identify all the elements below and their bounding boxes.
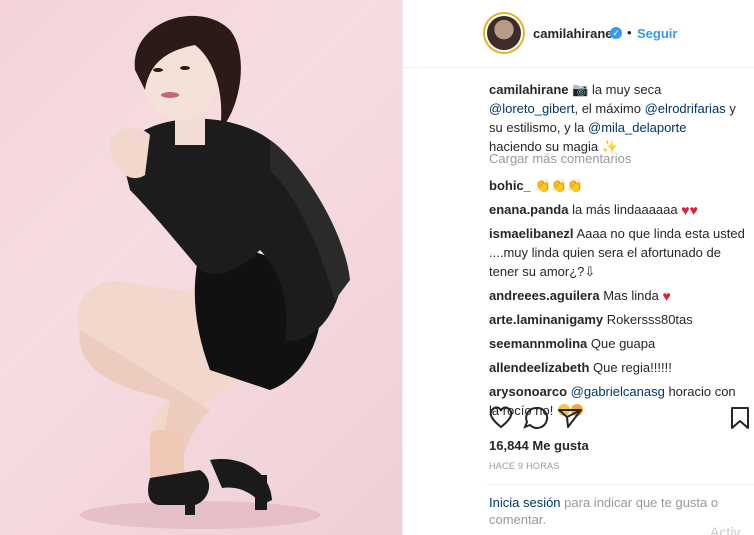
post-photo[interactable]: [0, 0, 402, 535]
caption-text-2: , el máximo: [574, 101, 641, 116]
heart-emoji: ♥♥: [681, 202, 698, 218]
list-item: bohic_ 👏👏👏: [489, 176, 745, 195]
list-item: enana.panda la más lindaaaaaa ♥♥: [489, 200, 745, 219]
username-link[interactable]: camilahirane: [533, 26, 613, 41]
bookmark-icon[interactable]: [731, 407, 749, 429]
caption-mention-1[interactable]: @loreto_gibert: [489, 101, 574, 116]
verified-badge-icon: ✓: [610, 27, 622, 39]
comment-username[interactable]: arte.laminanigamy: [489, 312, 603, 327]
separator-dot: •: [627, 25, 632, 40]
caption-mention-3[interactable]: @mila_delaporte: [588, 120, 686, 135]
login-prompt: Inicia sesión para indicar que te gusta …: [489, 494, 729, 528]
activation-watermark: Activ: [710, 524, 741, 535]
comment-username[interactable]: seemannmolina: [489, 336, 587, 351]
share-icon[interactable]: [558, 409, 582, 428]
caption-username[interactable]: camilahirane: [489, 82, 569, 97]
list-item: andreees.aguilera Mas linda ♥: [489, 286, 745, 305]
comment-list: bohic_ 👏👏👏 enana.panda la más lindaaaaaa…: [489, 176, 745, 425]
comment-username[interactable]: enana.panda: [489, 202, 568, 217]
follow-button[interactable]: Seguir: [637, 26, 677, 41]
caption-text-1: la muy seca: [591, 82, 662, 97]
comment-icon[interactable]: [523, 406, 549, 429]
photo-illustration: [77, 15, 350, 529]
list-item: arte.laminanigamy Rokersss80tas: [489, 310, 745, 329]
login-link[interactable]: Inicia sesión: [489, 495, 561, 510]
divider: [487, 484, 754, 485]
comment-username[interactable]: arysonoarco: [489, 384, 567, 399]
list-item: seemannmolina Que guapa: [489, 334, 745, 353]
heart-icon[interactable]: [489, 406, 513, 429]
comment-username[interactable]: andreees.aguilera: [489, 288, 600, 303]
comment-text: la más lindaaaaaa: [572, 202, 678, 217]
comment-text: Mas linda: [603, 288, 659, 303]
clap-emoji: 👏👏👏: [534, 178, 584, 193]
comment-username[interactable]: ismaelibanezl: [489, 226, 574, 241]
comment-text: Que guapa: [590, 336, 656, 351]
comment-username[interactable]: allendeelizabeth: [489, 360, 589, 375]
list-item: allendeelizabeth Que regia!!!!!!: [489, 358, 745, 377]
post-timestamp: HACE 9 HORAS: [489, 461, 560, 471]
heart-emoji: ♥: [662, 288, 671, 304]
post-sidebar: camilahirane ✓ • Seguir camilahirane 📷 l…: [402, 0, 754, 535]
comment-username[interactable]: bohic_: [489, 178, 531, 193]
likes-count[interactable]: 16,844 Me gusta: [489, 438, 589, 453]
post-caption: camilahirane 📷 la muy seca @loreto_giber…: [489, 80, 741, 156]
avatar[interactable]: [487, 16, 521, 50]
camera-emoji: 📷: [572, 82, 589, 97]
load-more-comments[interactable]: Cargar más comentarios: [489, 151, 631, 166]
comment-text: Que regia!!!!!!: [593, 360, 672, 375]
action-bar: [489, 406, 749, 429]
comment-mention[interactable]: @gabrielcanasg: [571, 384, 665, 399]
comment-text: Rokersss80tas: [606, 312, 693, 327]
caption-mention-2[interactable]: @elrodrifarias: [645, 101, 726, 116]
list-item: ismaelibanezl Aaaa no que linda esta ust…: [489, 224, 745, 281]
